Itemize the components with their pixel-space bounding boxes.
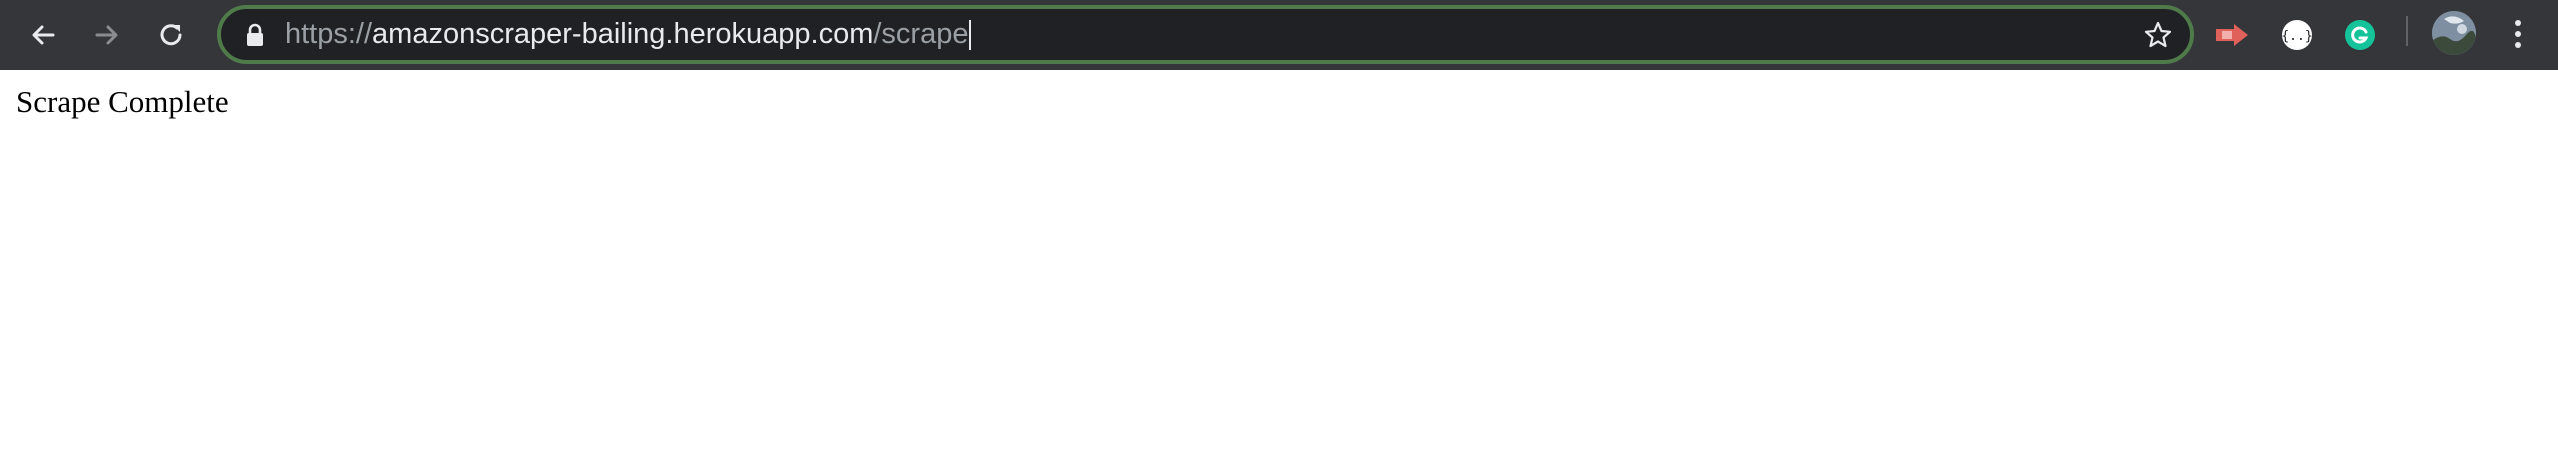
star-icon (2144, 21, 2172, 48)
arrow-right-icon (95, 25, 118, 45)
reload-button[interactable] (148, 12, 194, 58)
extension-json-viewer-icon[interactable]: {..} (2279, 17, 2315, 53)
menu-dot (2515, 31, 2521, 37)
profile-avatar[interactable] (2432, 11, 2476, 55)
extension-red-arrow-icon[interactable] (2214, 17, 2250, 53)
reload-icon (160, 24, 182, 46)
back-button[interactable] (20, 12, 66, 58)
toolbar-separator (2406, 16, 2408, 46)
url-host: amazonscraper-bailing.herokuapp.com (372, 18, 874, 50)
address-bar[interactable]: https://amazonscraper-bailing.herokuapp.… (217, 5, 2194, 64)
browser-menu-button[interactable] (2500, 14, 2536, 54)
scrape-status-text: Scrape Complete (16, 84, 229, 119)
url-scheme: https:// (285, 18, 373, 50)
url-path: /scrape (873, 18, 969, 50)
page-content: Scrape Complete (0, 70, 2558, 464)
menu-dot (2515, 42, 2521, 48)
grammarly-g-icon (2345, 20, 2375, 50)
arrow-left-icon (32, 25, 55, 45)
lock-icon (247, 23, 263, 46)
red-arrow-icon (2216, 24, 2248, 46)
bookmark-star-icon[interactable] (2140, 17, 2176, 53)
avatar-photo-icon (2432, 11, 2476, 55)
json-braces-icon: {..} (2281, 20, 2313, 50)
browser-toolbar: https://amazonscraper-bailing.herokuapp.… (0, 0, 2558, 70)
extension-grammarly-icon[interactable] (2342, 17, 2378, 53)
svg-text:{..}: {..} (2281, 29, 2312, 44)
text-caret (969, 20, 972, 51)
vertical-dots-icon (2515, 20, 2521, 26)
url-text[interactable]: https://amazonscraper-bailing.herokuapp.… (285, 9, 972, 60)
forward-button[interactable] (84, 12, 130, 58)
